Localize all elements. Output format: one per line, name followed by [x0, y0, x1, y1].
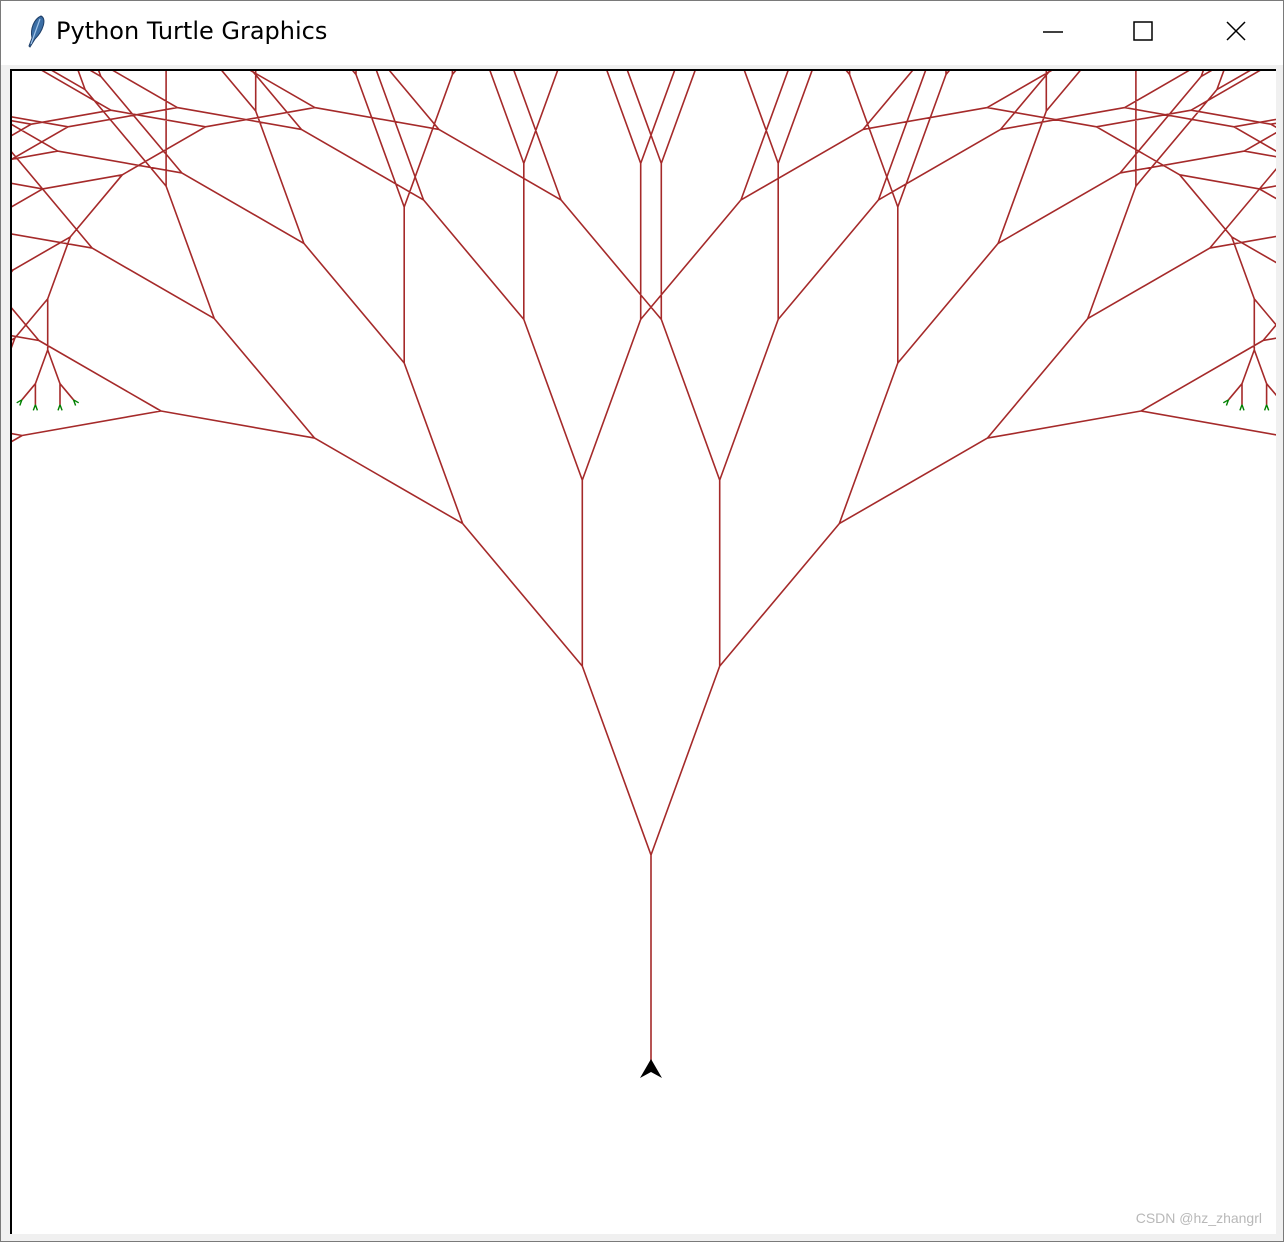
turtle-arrow-icon — [640, 1059, 662, 1078]
close-icon — [1226, 21, 1246, 41]
window-title: Python Turtle Graphics — [56, 17, 328, 45]
title-bar[interactable]: Python Turtle Graphics — [1, 1, 1283, 65]
tree-branches — [12, 71, 1276, 1071]
tree-leaves — [16, 399, 1270, 411]
maximize-icon — [1133, 21, 1153, 41]
minimize-button[interactable] — [1005, 1, 1097, 63]
watermark: CSDN @hz_zhangrl — [1135, 1210, 1262, 1226]
close-button[interactable] — [1189, 1, 1281, 63]
leaf-segments — [16, 399, 1270, 411]
turtle-window: Python Turtle Graphics CSDN @hz_zhangrl — [0, 0, 1284, 1242]
minimize-icon — [1043, 31, 1063, 33]
fractal-tree-drawing — [12, 71, 1276, 1078]
feather-icon — [21, 13, 49, 51]
maximize-button[interactable] — [1097, 1, 1189, 63]
branch-segments — [12, 71, 1276, 1071]
turtle-canvas[interactable]: CSDN @hz_zhangrl — [10, 69, 1276, 1234]
